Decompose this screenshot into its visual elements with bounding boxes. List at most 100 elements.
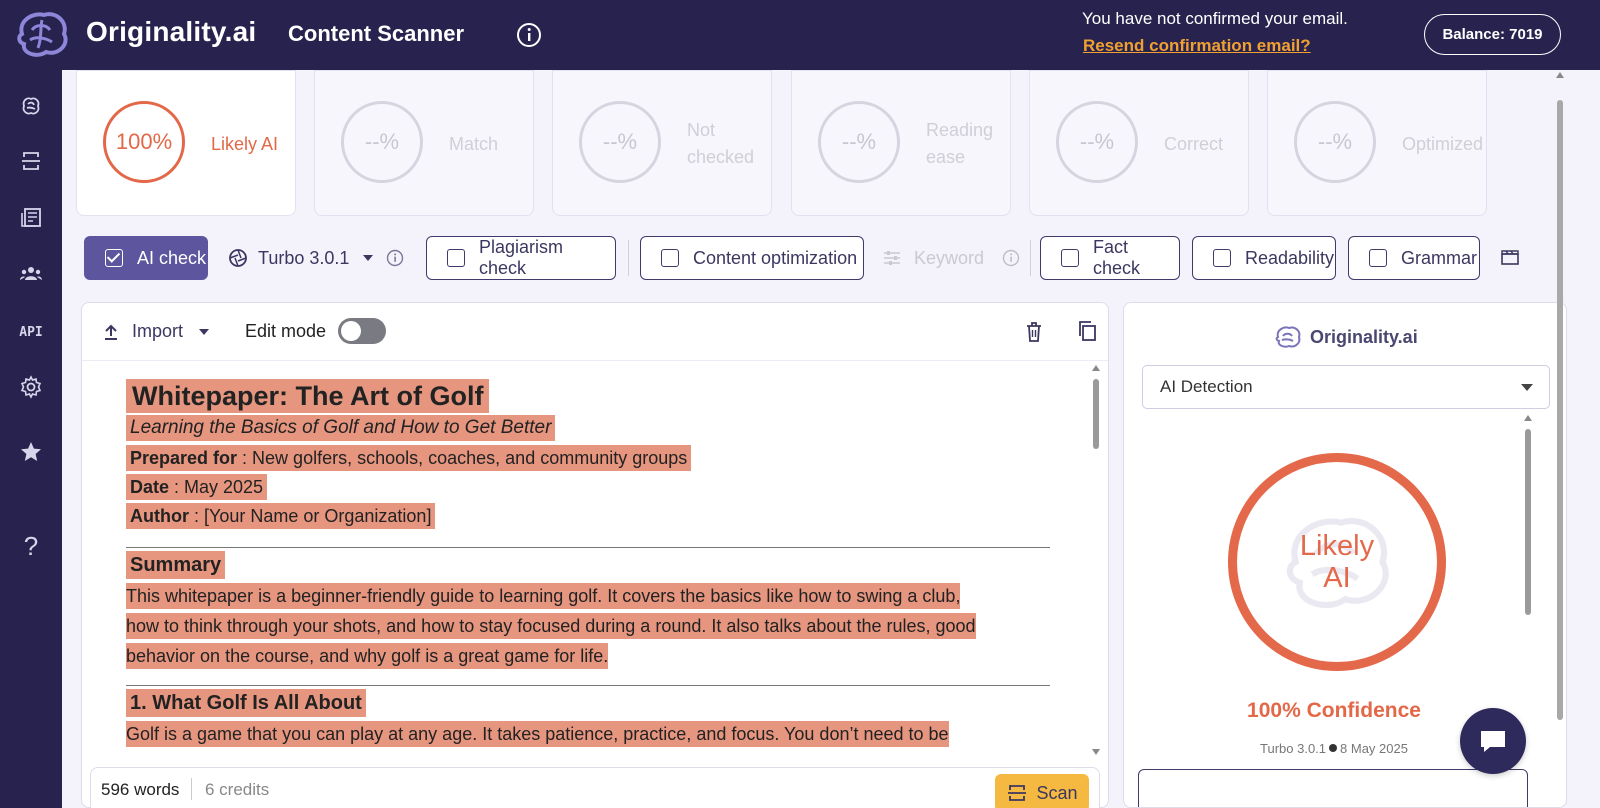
readability-label: Readability (1245, 247, 1335, 268)
brain-logo-icon (1275, 326, 1301, 348)
sidebar-item-favorites[interactable] (17, 438, 45, 466)
checkbox-checked-icon (105, 249, 123, 267)
sidebar-item-api[interactable]: API (17, 318, 45, 346)
keyword-field[interactable]: Keyword (882, 236, 984, 280)
sidebar-item-scan[interactable] (17, 147, 45, 175)
resend-confirmation-link[interactable]: Resend confirmation email? (1083, 36, 1311, 56)
detection-type-select[interactable]: AI Detection (1142, 365, 1550, 409)
info-icon[interactable] (1002, 249, 1020, 267)
copy-icon[interactable] (1076, 320, 1098, 342)
divider (191, 778, 192, 800)
sidebar-item-news[interactable] (17, 204, 45, 232)
doc-subtitle: Learning the Basics of Golf and How to G… (126, 415, 556, 441)
content-optimization-button[interactable]: Content optimization (640, 236, 864, 280)
brain-icon (22, 97, 40, 115)
editor-scrollbar[interactable] (1092, 365, 1100, 755)
date-value: : May 2025 (169, 477, 264, 497)
caret-down-icon (1521, 384, 1533, 391)
score-card-fact[interactable]: --% Not checked (552, 70, 772, 216)
panel-brand-text: Originality.ai (1310, 326, 1418, 347)
checkbox-icon (1213, 249, 1231, 267)
author-value: : [Your Name or Organization] (188, 506, 432, 526)
top-header: Originality.ai Content Scanner You have … (0, 0, 1600, 70)
editor-toolbar: Import Edit mode (82, 303, 1108, 361)
checkbox-icon (1061, 249, 1079, 267)
score-card-plagiarism[interactable]: --% Match (314, 70, 534, 216)
dot-separator (1329, 744, 1338, 752)
aperture-icon (229, 249, 247, 267)
section1-heading: 1. What Golf Is All About (126, 689, 366, 717)
scan-date: 8 May 2025 (1340, 741, 1408, 756)
sidebar-item-team[interactable] (17, 260, 45, 288)
score-ring: --% (341, 101, 423, 183)
scan-icon (22, 152, 40, 170)
prepared-label: Prepared for (130, 448, 238, 468)
word-count: 596 words (101, 780, 180, 799)
chat-button[interactable] (1460, 708, 1526, 774)
info-icon[interactable] (386, 249, 404, 267)
score-label: Not checked (687, 120, 755, 167)
score-card-readability[interactable]: --% Reading ease (791, 70, 1011, 216)
author-label: Author (130, 506, 189, 526)
feedback-box[interactable] (1138, 769, 1528, 807)
editor-status-bar: 596 words 6 credits Scan (90, 767, 1100, 808)
api-icon: API (19, 324, 43, 340)
verdict-ring: Likely AI (1228, 453, 1446, 671)
score-card-ai[interactable]: 100% Likely AI (76, 70, 296, 216)
score-ring: --% (1056, 101, 1138, 183)
grammar-label: Grammar (1401, 247, 1477, 268)
scan-button[interactable]: Scan (995, 774, 1089, 808)
ai-check-label: AI check (137, 247, 207, 268)
trash-icon[interactable] (1024, 321, 1044, 343)
logo-text[interactable]: Originality.ai (86, 16, 256, 48)
balance-badge[interactable]: Balance: 7019 (1424, 14, 1561, 55)
date-label: Date (130, 477, 170, 497)
page-scrollbar[interactable] (1554, 70, 1566, 808)
star-icon (21, 442, 41, 461)
score-ring: --% (579, 101, 661, 183)
score-label: Optimized (1402, 133, 1484, 154)
edit-mode-toggle[interactable] (338, 318, 386, 344)
sidebar-item-ai-detector[interactable] (17, 92, 45, 120)
score-ring: 100% (103, 101, 185, 183)
panel-brand: Originality.ai (1274, 325, 1418, 349)
page-title: Content Scanner (288, 21, 465, 46)
sidebar: API ? (0, 70, 62, 808)
score-label: Likely AI (211, 133, 279, 154)
selected-value: AI Detection (1160, 377, 1253, 396)
model-label: Turbo 3.0.1 (258, 247, 350, 268)
plagiarism-check-button[interactable]: Plagiarism check (426, 236, 616, 280)
chevron-down-icon (199, 328, 210, 335)
score-label: Reading ease (926, 120, 994, 167)
editor-panel: Import Edit mode Whitepaper: The Art of … (81, 302, 1109, 808)
scan-label: Scan (1036, 782, 1078, 803)
horizontal-rule (126, 547, 1050, 548)
divider (1030, 240, 1031, 276)
sidebar-item-help[interactable]: ? (17, 531, 45, 561)
model-name: Turbo 3.0.1 (1260, 741, 1327, 756)
model-select[interactable]: Turbo 3.0.1 (228, 236, 374, 280)
prepared-value: : New golfers, schools, coaches, and com… (237, 448, 688, 468)
readability-button[interactable]: Readability (1192, 236, 1336, 280)
ai-check-button[interactable]: AI check (84, 236, 208, 280)
brain-logo-icon (17, 12, 68, 57)
info-icon[interactable] (516, 22, 542, 48)
edit-mode-label: Edit mode (245, 321, 327, 341)
score-card-optimization[interactable]: --% Optimized (1267, 70, 1487, 216)
sidebar-item-settings[interactable] (17, 373, 45, 401)
email-notice: You have not confirmed your email. (1082, 9, 1348, 28)
panel-scrollbar[interactable] (1524, 415, 1532, 808)
clapperboard-icon[interactable] (1500, 248, 1520, 266)
doc-author: Author : [Your Name or Organization] (126, 503, 436, 529)
grammar-button[interactable]: Grammar (1348, 236, 1480, 280)
divider (628, 240, 629, 276)
doc-title: Whitepaper: The Art of Golf (126, 379, 490, 413)
score-card-grammar[interactable]: --% Correct (1029, 70, 1249, 216)
summary-heading: Summary (126, 551, 226, 579)
chevron-down-icon (363, 255, 374, 261)
credits-count: 6 credits (205, 780, 270, 799)
section1-line: Golf is a game that you can play at any … (126, 721, 949, 747)
verdict-text: Likely AI (1300, 530, 1374, 594)
fact-check-button[interactable]: Fact check (1040, 236, 1180, 280)
import-button[interactable]: Import (102, 321, 210, 342)
